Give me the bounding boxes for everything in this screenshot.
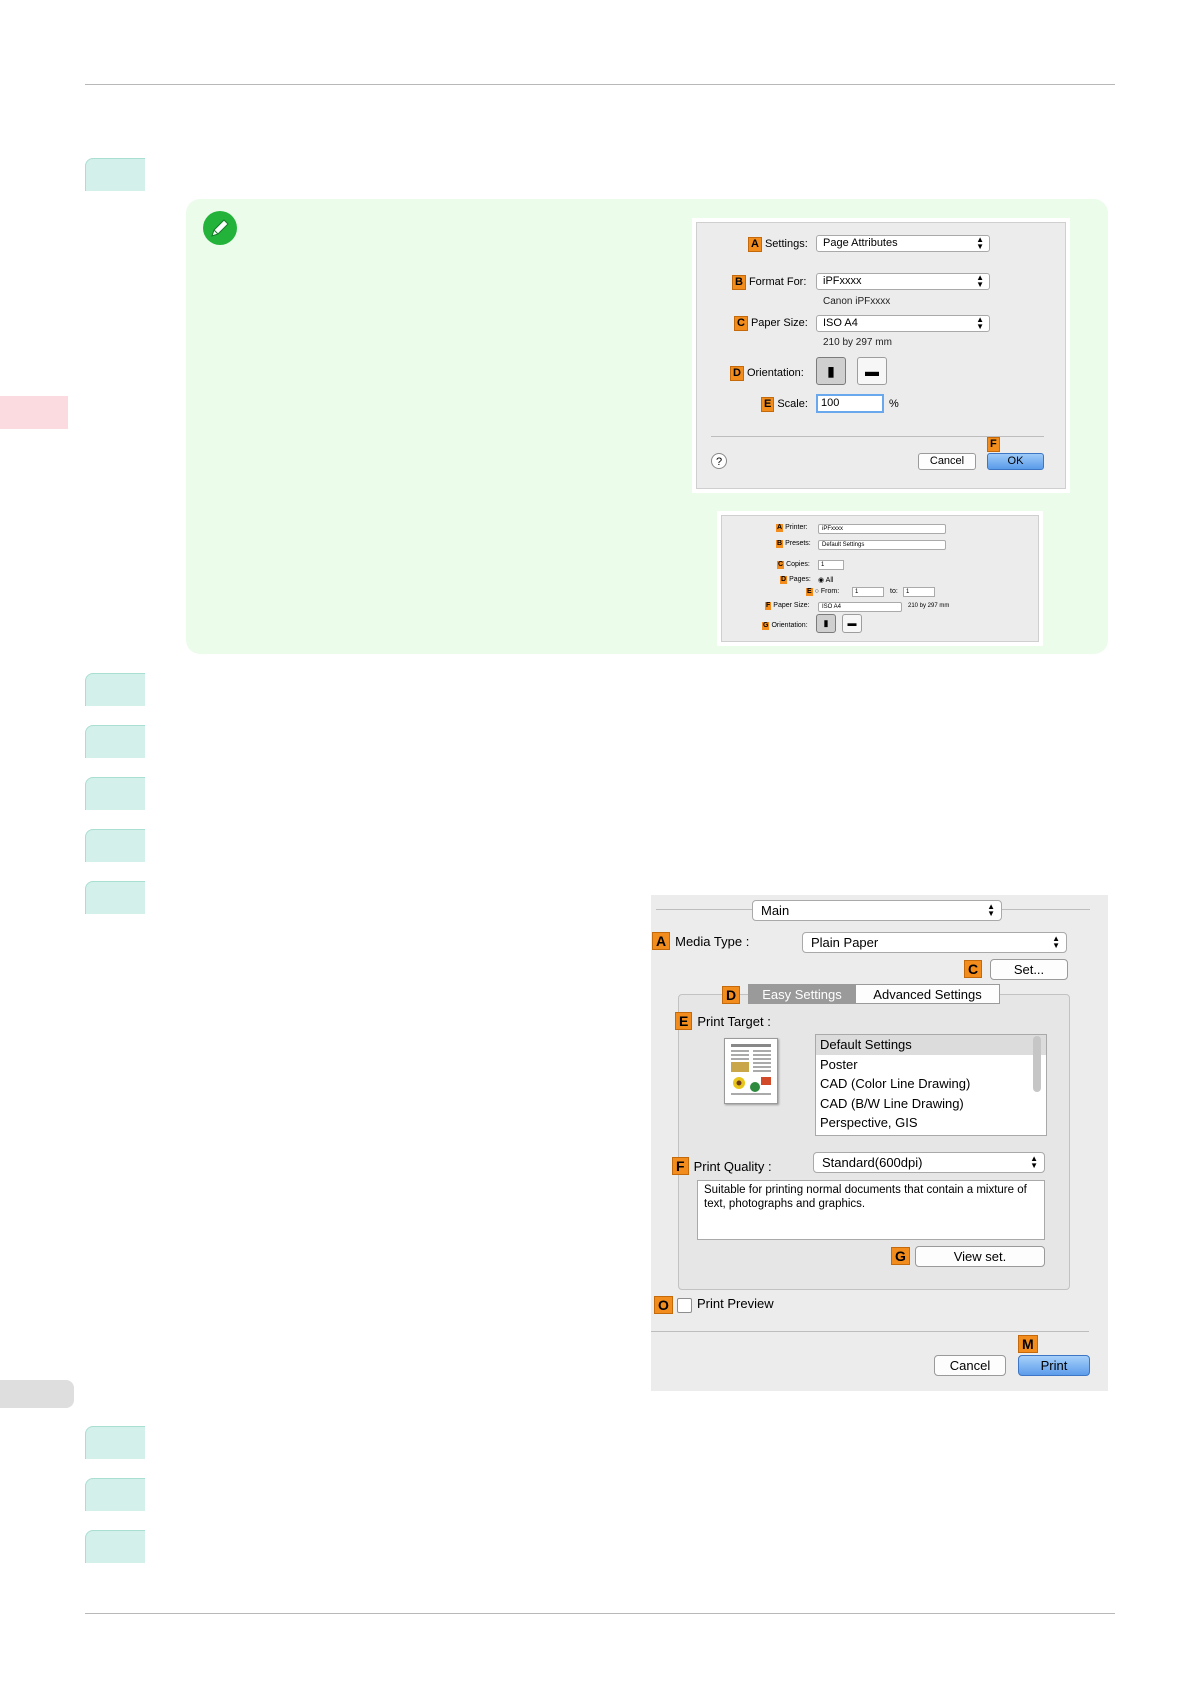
small-orientation-label: G Orientation: — [762, 622, 808, 630]
landscape-icon: ▬ — [865, 363, 879, 379]
panel-popup[interactable]: Main ▲ ▼ — [752, 900, 1002, 921]
print-preview-badge: O — [654, 1296, 678, 1314]
small-to-label: to: — [890, 588, 898, 595]
small-pages-all-radio[interactable]: ◉ All — [818, 576, 833, 584]
step-marker — [85, 1426, 145, 1459]
side-tab-index — [0, 1380, 74, 1408]
paper-size-popup[interactable]: ISO A4 ▲ ▼ — [816, 315, 990, 332]
tab-easy-settings[interactable]: Easy Settings — [748, 984, 856, 1004]
header-rule — [85, 84, 1115, 85]
print-cancel-button[interactable]: Cancel — [934, 1355, 1006, 1376]
small-paper-size-dimensions: 210 by 297 mm — [908, 603, 950, 609]
small-pages-all-text: All — [825, 577, 834, 584]
small-landscape-button[interactable]: ▬ — [842, 614, 862, 633]
print-preview-label: Print Preview — [697, 1296, 774, 1311]
print-target-preview — [724, 1038, 778, 1104]
small-portrait-button[interactable]: ▮ — [816, 614, 836, 633]
print-target-list[interactable]: Default Settings Poster CAD (Color Line … — [815, 1034, 1047, 1136]
settings-label: A Settings: — [748, 237, 808, 252]
scale-input[interactable]: 100 — [816, 394, 884, 413]
step-marker — [85, 1530, 145, 1563]
view-set-badge: G — [891, 1247, 915, 1265]
print-preview-checkbox[interactable] — [677, 1298, 692, 1313]
step-marker — [85, 158, 145, 191]
settings-popup[interactable]: Page Attributes ▲ ▼ — [816, 235, 990, 252]
small-copies-input[interactable]: 1 — [818, 560, 844, 570]
popup-arrows-icon: ▲ ▼ — [976, 235, 984, 251]
paper-size-dimensions: 210 by 297 mm — [823, 337, 892, 348]
format-for-printer: Canon iPFxxxx — [823, 296, 891, 307]
print-quality-label: F Print Quality : — [672, 1157, 772, 1175]
format-for-label: B Format For: — [732, 275, 806, 290]
portrait-orientation-button[interactable]: ▮ — [816, 357, 846, 385]
orientation-label: D Orientation: — [730, 366, 804, 381]
scale-unit: % — [889, 398, 899, 410]
view-set-button[interactable]: View set. — [915, 1246, 1045, 1267]
list-item[interactable]: CAD (B/W Line Drawing) — [816, 1094, 1046, 1114]
print-dialog-separator — [651, 1331, 1089, 1332]
format-for-popup[interactable]: iPFxxxx ▲ ▼ — [816, 273, 990, 290]
step-marker — [85, 777, 145, 810]
small-from-label: E ○ From: — [806, 588, 840, 596]
paper-size-label: C Paper Size: — [734, 316, 808, 331]
scale-label: E Scale: — [761, 397, 808, 412]
ok-badge: F — [987, 437, 1003, 452]
small-presets-popup[interactable]: Default Settings — [818, 540, 946, 550]
list-item[interactable]: CAD (Color Line Drawing) — [816, 1074, 1046, 1094]
help-icon[interactable]: ? — [711, 453, 727, 469]
small-printer-label: A Printer: — [776, 524, 808, 532]
popup-arrows-icon: ▲ ▼ — [1052, 934, 1060, 950]
media-type-label: A Media Type : — [652, 932, 749, 950]
popup-arrows-icon: ▲ ▼ — [976, 273, 984, 289]
document-preview-icon — [731, 1044, 771, 1095]
small-printer-popup[interactable]: iPFxxxx — [818, 524, 946, 534]
list-item[interactable]: Poster — [816, 1055, 1046, 1075]
media-type-popup[interactable]: Plain Paper ▲ ▼ — [802, 932, 1067, 953]
set-badge: C — [964, 960, 987, 978]
portrait-icon: ▮ — [827, 363, 835, 379]
pencil-note-icon — [203, 211, 237, 245]
print-button[interactable]: Print — [1018, 1355, 1090, 1376]
small-paper-size-popup[interactable]: ISO A4 — [818, 602, 902, 612]
small-from-input[interactable]: 1 — [852, 587, 884, 597]
step-marker — [85, 881, 145, 914]
small-presets-label: B Presets: — [776, 540, 811, 548]
step-marker — [85, 673, 145, 706]
panel-separator-right — [1002, 909, 1090, 910]
small-to-input[interactable]: 1 — [903, 587, 935, 597]
ok-button[interactable]: OK — [987, 453, 1044, 470]
landscape-orientation-button[interactable]: ▬ — [857, 357, 887, 385]
set-button[interactable]: Set... — [990, 959, 1068, 980]
print-badge: M — [1018, 1335, 1043, 1353]
popup-arrows-icon: ▲ ▼ — [1030, 1154, 1038, 1170]
popup-arrows-icon: ▲ ▼ — [987, 902, 995, 918]
step-marker — [85, 829, 145, 862]
small-copies-label: C Copies: — [777, 561, 810, 569]
panel-separator-left — [656, 909, 752, 910]
print-target-label: E Print Target : — [675, 1012, 771, 1030]
step-marker — [85, 1478, 145, 1511]
tabs-badge: D — [722, 986, 745, 1004]
small-paper-size-label: F Paper Size: — [765, 602, 810, 610]
portrait-icon: ▮ — [823, 618, 829, 628]
small-pages-label: D Pages: — [780, 576, 811, 584]
list-item[interactable]: Perspective, GIS — [816, 1113, 1046, 1133]
print-quality-popup[interactable]: Standard(600dpi) ▲ ▼ — [813, 1152, 1045, 1173]
page-setup-dialog — [696, 222, 1066, 489]
step-marker — [85, 725, 145, 758]
quality-description: Suitable for printing normal documents t… — [697, 1180, 1045, 1240]
tab-advanced-settings[interactable]: Advanced Settings — [855, 984, 1000, 1004]
footer-rule — [85, 1613, 1115, 1614]
popup-arrows-icon: ▲ ▼ — [976, 315, 984, 331]
landscape-icon: ▬ — [847, 618, 857, 628]
list-scrollbar[interactable] — [1033, 1036, 1041, 1092]
page-setup-cancel-button[interactable]: Cancel — [918, 453, 976, 470]
list-item[interactable]: Default Settings — [816, 1035, 1046, 1055]
side-tab-chapter — [0, 396, 68, 429]
